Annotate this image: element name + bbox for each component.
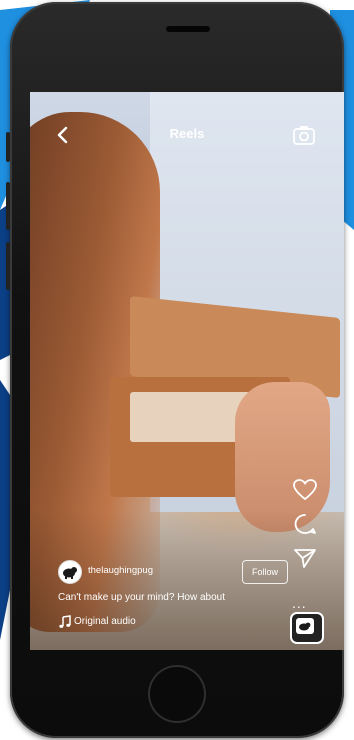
phone-volume-up (6, 182, 10, 230)
pug-thumbnail-icon (296, 618, 314, 634)
audio-thumbnail[interactable] (290, 612, 324, 644)
video-box-inner (130, 392, 250, 442)
phone-side-button (6, 132, 10, 162)
comment-icon[interactable] (292, 512, 318, 536)
follow-button[interactable]: Follow (242, 560, 288, 584)
more-icon[interactable]: ... (292, 595, 307, 611)
music-note-icon (59, 615, 71, 628)
audio-label: Original audio (74, 616, 136, 627)
phone-volume-down (6, 242, 10, 290)
heart-icon[interactable] (292, 478, 318, 502)
camera-icon[interactable] (292, 124, 316, 146)
reels-topbar: Reels (30, 122, 344, 148)
author-row: thelaughingpug Follow (58, 560, 298, 584)
avatar[interactable] (58, 560, 82, 584)
home-button[interactable] (148, 665, 206, 723)
post-caption[interactable]: Can't make up your mind? How about (58, 592, 225, 603)
username[interactable]: thelaughingpug (88, 565, 153, 576)
reels-screen: Reels thelaughingpug Follow Can't make u… (30, 92, 344, 650)
phone-speaker (166, 26, 210, 32)
